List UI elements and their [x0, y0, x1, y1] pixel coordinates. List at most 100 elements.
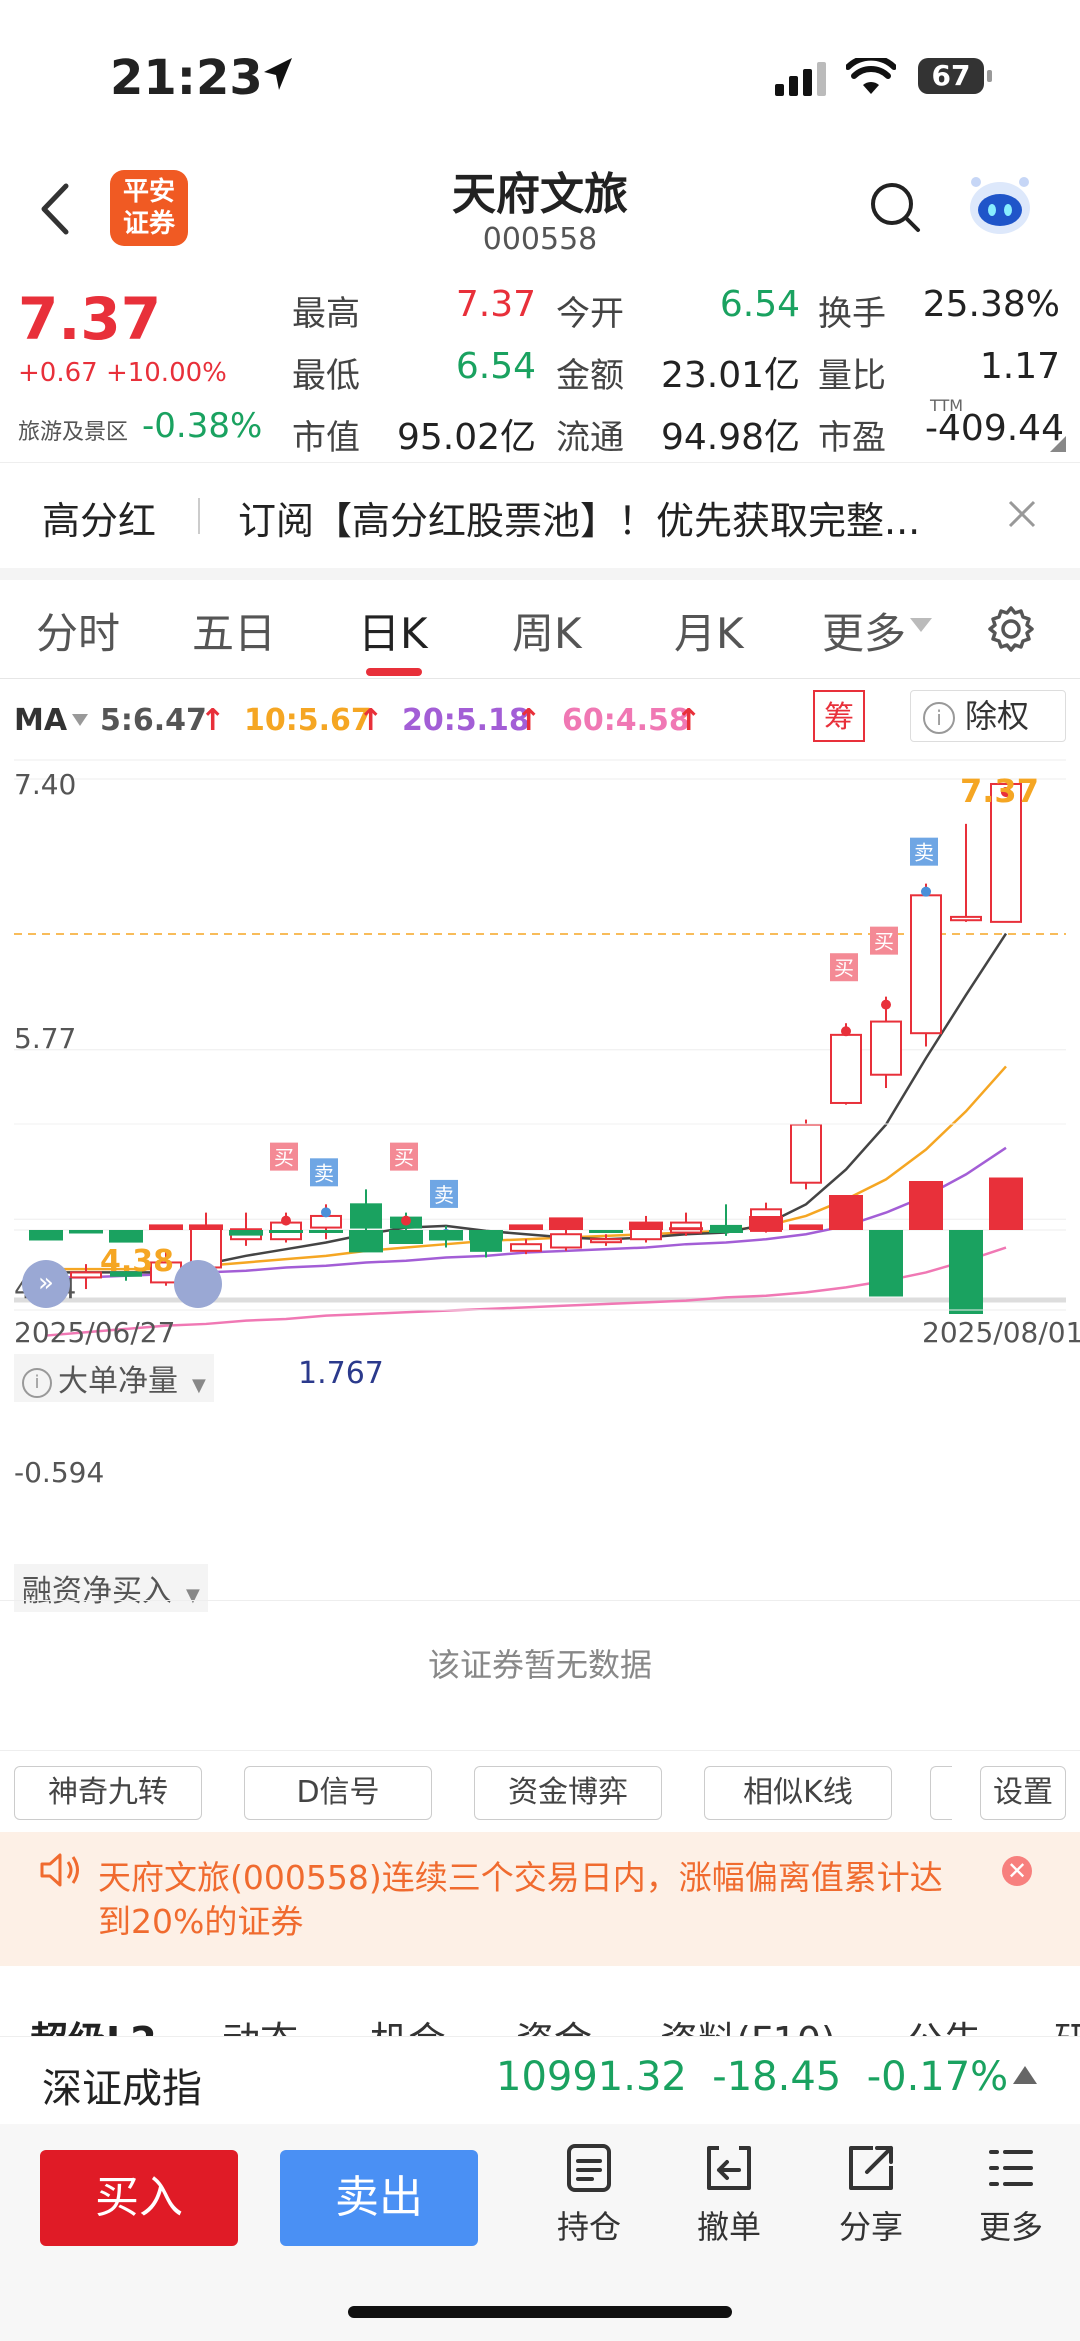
banner-tag: 高分红 — [42, 499, 157, 543]
sell-button[interactable]: 卖出 — [280, 2150, 478, 2246]
candle-body — [310, 1214, 342, 1229]
ma60-up-arrow-icon: ↑ — [676, 703, 702, 738]
ma-dropdown-icon[interactable] — [72, 714, 88, 726]
share-button[interactable]: 分享 — [816, 2140, 926, 2248]
close-icon[interactable] — [1006, 498, 1038, 530]
settings-gear-icon[interactable] — [986, 604, 1036, 654]
signal-dot — [321, 1207, 331, 1218]
tab-five-day[interactable]: 五日 — [192, 600, 276, 661]
candle-body — [510, 1243, 542, 1252]
menu-list-icon — [989, 2150, 1033, 2186]
tabs-divider — [0, 678, 1080, 679]
flow-bar — [629, 1221, 663, 1230]
lower-tab-funds[interactable]: 资金 — [516, 2010, 592, 2036]
cancel-order-button[interactable]: 撤单 — [674, 2140, 784, 2248]
stat-value: 25.38% — [922, 284, 1060, 325]
stat-value: 7.37 — [455, 284, 536, 325]
more-button[interactable]: 更多 — [956, 2140, 1066, 2248]
sector-change: -0.38% — [142, 406, 263, 446]
lower-tab-l2[interactable]: 超级L2 — [30, 2010, 157, 2036]
stat-value: 6.54 — [719, 284, 800, 325]
assistant-robot-icon[interactable] — [962, 172, 1038, 242]
document-icon — [567, 2144, 611, 2192]
signal-dot — [281, 1215, 291, 1226]
tool-similar-k[interactable]: 相似K线 — [704, 1766, 892, 1820]
expand-corner-icon[interactable] — [1050, 436, 1066, 452]
tab-intraday[interactable]: 分时 — [36, 600, 120, 661]
tool-settings[interactable]: 设置 — [980, 1766, 1066, 1820]
home-indicator — [348, 2306, 732, 2318]
flow-bar — [669, 1227, 703, 1231]
expand-up-icon[interactable] — [1013, 2066, 1037, 2084]
tool-d-signal[interactable]: D信号 — [244, 1766, 432, 1820]
stat-label: 量比 — [818, 356, 886, 396]
status-time: 21:23 — [110, 50, 263, 106]
ex-rights-button[interactable]: i 除权 — [910, 690, 1066, 742]
stat-label: 市值 — [292, 418, 360, 458]
lower-tab-news[interactable]: 动态 — [222, 2010, 298, 2036]
index-value: 10991.32 — [496, 2054, 687, 2100]
close-icon[interactable]: ✕ — [1002, 1856, 1032, 1886]
stat-label: 最低 — [292, 356, 360, 396]
signal-label: 买 — [394, 1146, 414, 1170]
stat-value: -409.44 — [925, 408, 1064, 449]
tab-monthly-k[interactable]: 月K — [674, 600, 744, 661]
lower-tab-announcements[interactable]: 公告 — [906, 2010, 982, 2036]
candle-body — [350, 1203, 382, 1229]
ma20-value: 20:5.18 — [402, 703, 530, 738]
search-icon[interactable] — [868, 180, 922, 234]
signal-label: 卖 — [434, 1183, 454, 1207]
scroll-left-handle[interactable]: » — [22, 1260, 70, 1308]
flow-indicator-selector[interactable]: i 大单净量 ▼ — [14, 1354, 214, 1402]
candle-body — [790, 1123, 822, 1184]
signal-label: 卖 — [914, 841, 934, 865]
active-tab-indicator — [366, 668, 422, 676]
flow-min-label: -0.594 — [14, 1456, 105, 1489]
lower-tab-opportunity[interactable]: 机会 — [370, 2010, 446, 2036]
candle-body — [870, 1020, 902, 1076]
stat-value: 94.98亿 — [660, 417, 800, 458]
stat-value: 6.54 — [455, 346, 536, 387]
tab-more[interactable]: 更多 — [822, 600, 906, 661]
flow-bar — [509, 1224, 543, 1230]
tab-weekly-k[interactable]: 周K — [512, 600, 582, 661]
low-price-label: 4.38 — [100, 1244, 175, 1279]
divider — [0, 1750, 1080, 1751]
section-divider — [0, 568, 1080, 580]
flow-bar — [349, 1230, 383, 1253]
stat-value: 95.02亿 — [396, 417, 536, 458]
ma5-up-arrow-icon: ↑ — [200, 703, 226, 738]
flow-bar — [269, 1230, 303, 1233]
margin-indicator-selector[interactable]: 融资净买入 ▼ — [14, 1564, 208, 1612]
cellular-signal-icon — [775, 62, 826, 96]
flow-bar — [69, 1230, 103, 1234]
lower-tab-research[interactable]: 研 — [1054, 2010, 1080, 2036]
cancel-order-label: 撤单 — [696, 2208, 761, 2246]
tab-daily-k[interactable]: 日K — [358, 600, 428, 661]
positions-label: 持仓 — [556, 2208, 621, 2246]
candle-body — [590, 1238, 622, 1244]
flow-bar — [709, 1230, 743, 1233]
positions-button[interactable]: 持仓 — [534, 2140, 644, 2248]
flow-bar — [869, 1230, 903, 1297]
lower-tab-f10[interactable]: 资料(F10) — [660, 2010, 836, 2036]
chip-distribution-button[interactable]: 筹 — [813, 690, 865, 742]
margin-label: 融资净买入 — [22, 1574, 172, 1609]
tool-partial[interactable] — [930, 1766, 952, 1820]
candle-body — [830, 1033, 862, 1104]
tool-magic-nine[interactable]: 神奇九转 — [14, 1766, 202, 1820]
info-icon: i — [22, 1367, 52, 1398]
stat-value: 1.17 — [979, 346, 1060, 387]
ma-label[interactable]: MA — [14, 703, 67, 738]
index-pct: -0.17% — [866, 2054, 1009, 2100]
banner-text[interactable]: 订阅【高分红股票池】！优先获取完整... — [238, 490, 920, 545]
zoom-handle[interactable] — [174, 1260, 222, 1308]
buy-button[interactable]: 买入 — [40, 2150, 238, 2246]
flow-bar — [469, 1230, 503, 1241]
stat-label: 最高 — [292, 294, 360, 334]
dropdown-triangle-icon — [910, 618, 932, 632]
flow-bar — [949, 1230, 983, 1314]
tool-fund-game[interactable]: 资金博弈 — [474, 1766, 662, 1820]
index-values: 10991.32 -18.45 -0.17% — [496, 2054, 1008, 2100]
signal-label: 买 — [274, 1146, 294, 1170]
